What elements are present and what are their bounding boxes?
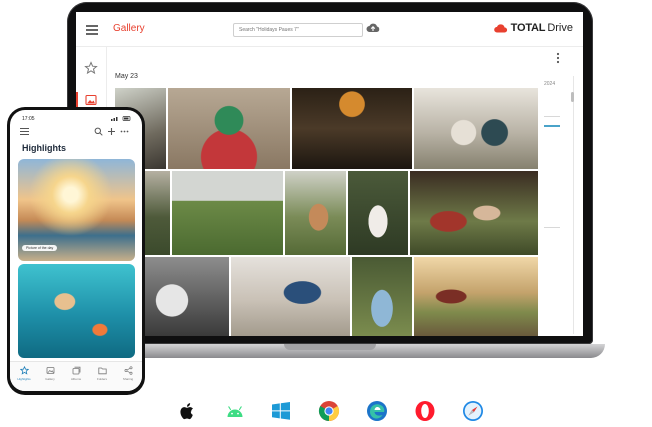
share-icon — [124, 366, 132, 375]
app-title: Gallery — [113, 23, 145, 34]
edge-icon — [367, 401, 387, 421]
apple-icon — [180, 403, 193, 420]
menu-icon[interactable] — [20, 128, 29, 136]
highlight-caption: Picture of the day — [22, 245, 58, 251]
chrome-icon — [318, 401, 340, 422]
add-icon[interactable] — [107, 127, 116, 136]
timeline-marker — [544, 227, 560, 228]
star-icon[interactable] — [84, 61, 98, 75]
photo-tile[interactable] — [414, 88, 538, 169]
nav-label: Albums — [70, 377, 81, 381]
nav-label: Sharing — [122, 377, 134, 381]
status-icons — [111, 116, 131, 121]
brand-total: TOTAL — [510, 22, 546, 34]
nav-highlights[interactable]: Highlights — [11, 366, 37, 388]
search-icon[interactable] — [94, 127, 103, 136]
bottom-nav: Highlights Gallery Albums Folders Sharin… — [10, 361, 142, 391]
search-box — [233, 23, 363, 37]
highlight-card[interactable] — [18, 264, 135, 358]
photo-tile[interactable] — [231, 257, 350, 336]
nav-label: Gallery — [45, 377, 55, 381]
nav-albums[interactable]: Albums — [63, 366, 89, 388]
nav-label: Folders — [96, 377, 107, 381]
laptop-screen: Gallery TOTAL Drive May 23 2024 — [76, 12, 583, 336]
photo-tile[interactable] — [168, 88, 290, 169]
laptop-notch — [284, 344, 376, 350]
photo-tile[interactable] — [348, 171, 408, 255]
more-vertical-icon[interactable] — [554, 52, 562, 64]
brand-drive: Drive — [547, 22, 573, 34]
folder-icon — [97, 367, 107, 375]
photo-tile[interactable] — [352, 257, 412, 336]
more-horizontal-icon[interactable] — [120, 128, 129, 135]
star-icon — [19, 366, 29, 375]
brand-cloud-icon — [493, 24, 507, 33]
phone-screen: 17:05 Highlights Picture of the day High… — [10, 110, 142, 391]
photo-tile[interactable] — [292, 88, 412, 169]
nav-folders[interactable]: Folders — [89, 366, 115, 388]
timeline-year: 2024 — [544, 81, 556, 87]
status-time: 17:05 — [22, 116, 35, 122]
rail-active-indicator — [76, 92, 78, 108]
platform-icons — [172, 400, 502, 424]
nav-label: Highlights — [17, 377, 31, 381]
safari-icon — [463, 401, 483, 421]
menu-icon[interactable] — [86, 25, 98, 35]
albums-icon — [72, 366, 80, 375]
nav-sharing[interactable]: Sharing — [115, 366, 141, 388]
photo-tile[interactable] — [410, 171, 538, 255]
image-icon — [46, 367, 54, 374]
app-header: Gallery TOTAL Drive — [76, 12, 583, 47]
search-input[interactable] — [234, 24, 361, 36]
highlights-title: Highlights — [22, 143, 66, 153]
highlight-card[interactable]: Picture of the day — [18, 159, 135, 261]
opera-icon — [415, 401, 435, 421]
timeline-marker-active — [544, 125, 560, 127]
date-label: May 23 — [115, 73, 138, 80]
timeline-thumb[interactable] — [571, 92, 574, 102]
photo-tile[interactable] — [285, 171, 346, 255]
timeline-track — [573, 76, 574, 334]
nav-gallery[interactable]: Gallery — [37, 366, 63, 388]
photos-icon[interactable] — [84, 93, 98, 107]
windows-icon — [272, 402, 290, 420]
brand-logo: TOTAL Drive — [493, 21, 573, 35]
timeline-marker — [544, 116, 560, 117]
photo-tile[interactable] — [414, 257, 538, 336]
cloud-upload-icon[interactable] — [366, 22, 380, 34]
photo-tile[interactable] — [172, 171, 283, 255]
timeline-scrubber[interactable]: 2024 — [538, 72, 578, 336]
android-icon — [227, 406, 243, 417]
